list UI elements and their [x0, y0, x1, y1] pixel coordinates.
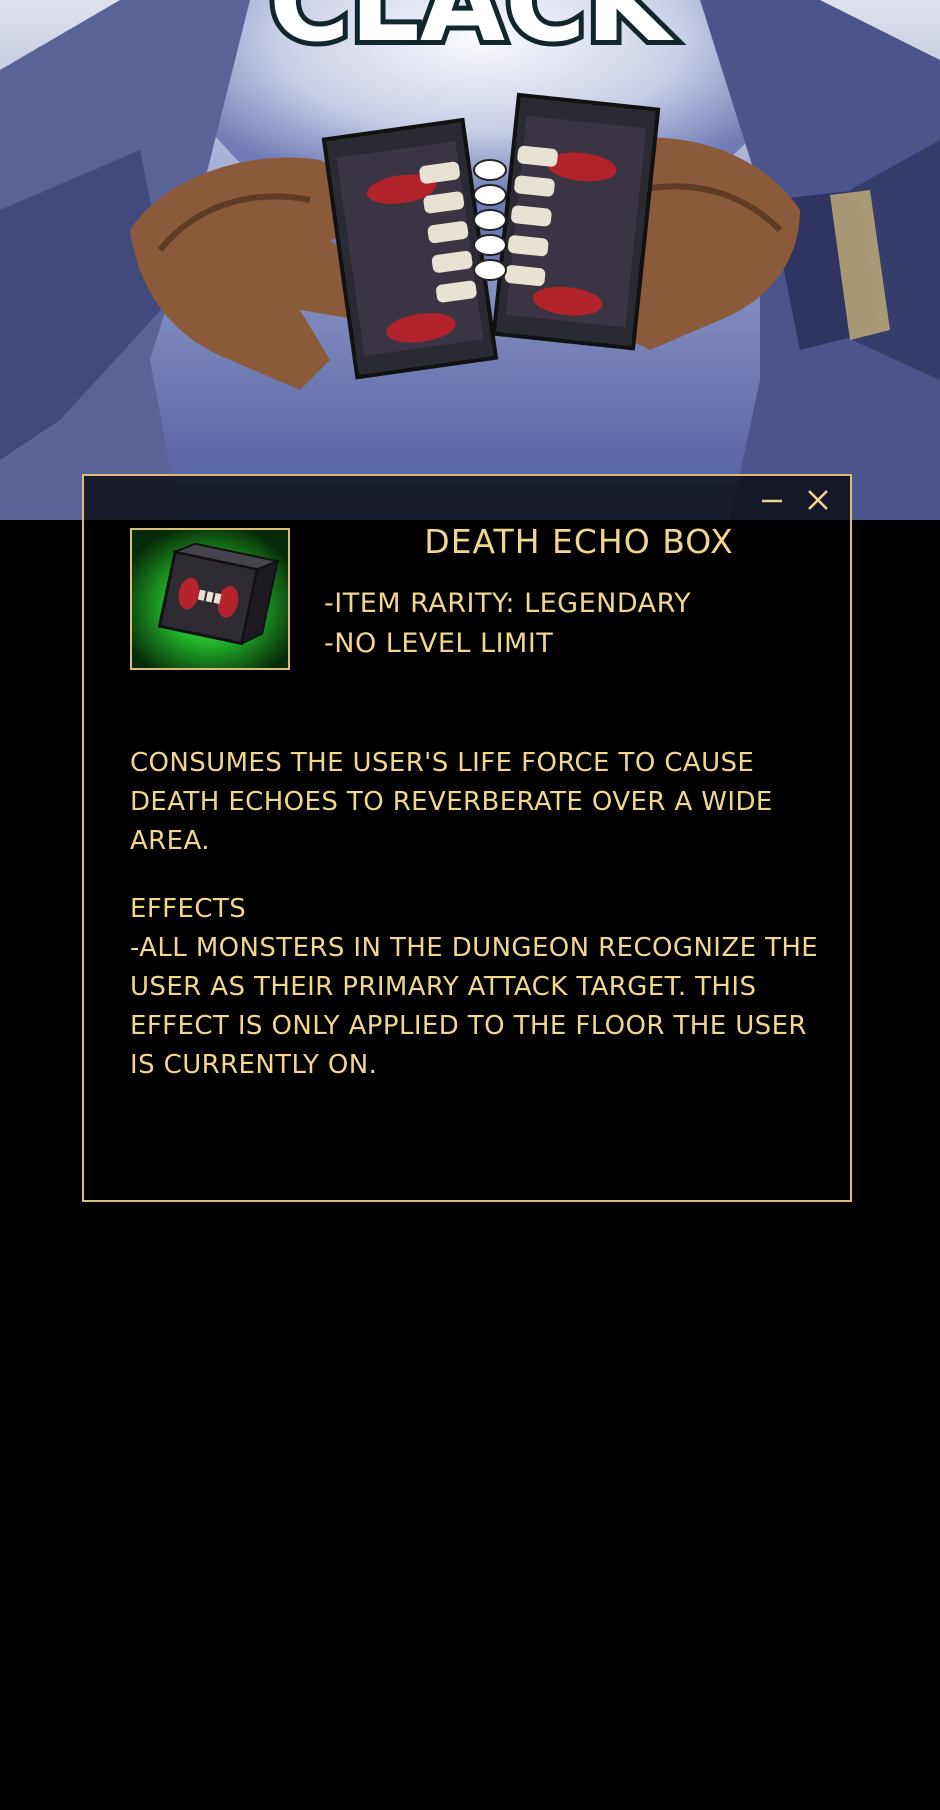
item-rarity: -ITEM RARITY: LEGENDARY: [324, 588, 692, 619]
item-thumbnail: [130, 528, 290, 670]
minimize-icon: [762, 499, 782, 503]
death-echo-box-icon: [132, 530, 288, 668]
close-icon: [808, 490, 828, 510]
effects-heading: EFFECTS: [130, 894, 247, 924]
item-level-limit: -NO LEVEL LIMIT: [324, 628, 554, 659]
item-description: CONSUMES THE USER'S LIFE FORCE TO CAUSE …: [130, 748, 773, 856]
close-button[interactable]: [806, 488, 830, 512]
effects-text: -ALL MONSTERS IN THE DUNGEON RECOGNIZE T…: [130, 933, 819, 1080]
window-title-bar: [84, 476, 850, 522]
comic-panel-art: CLACK: [0, 0, 940, 520]
minimize-button[interactable]: [760, 488, 784, 512]
item-info-window: DEATH ECHO BOX -ITEM RARITY: LEGENDARY -…: [82, 474, 852, 1202]
item-name: DEATH ECHO BOX: [424, 522, 734, 561]
sound-effect-text: CLACK: [269, 0, 675, 66]
